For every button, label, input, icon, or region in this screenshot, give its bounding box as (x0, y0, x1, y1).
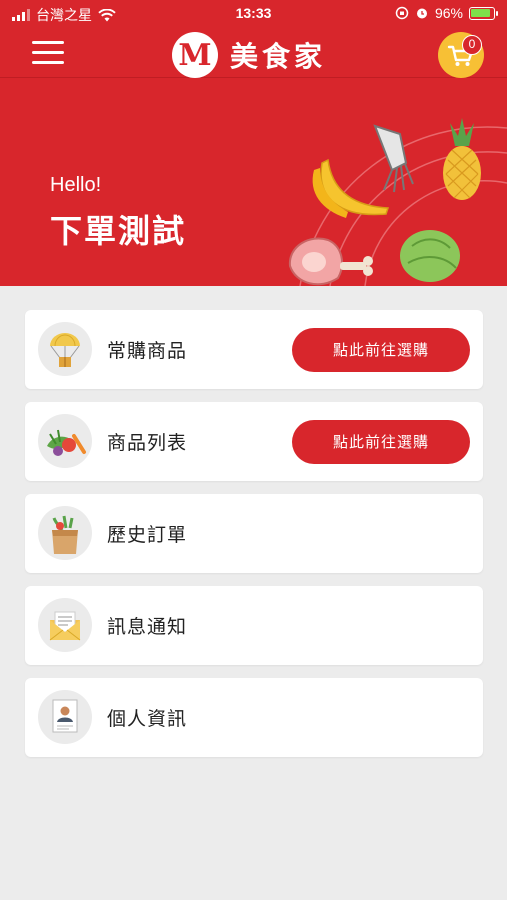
battery-percent: 96% (434, 5, 463, 21)
cabbage-icon (400, 230, 460, 282)
cart-count-badge: 0 (462, 35, 482, 55)
menu-label: 常購商品 (107, 340, 188, 362)
greeting-text: Hello! (50, 174, 102, 196)
grocery-bag-icon (38, 506, 92, 560)
battery-icon (469, 6, 498, 20)
hero-banner: Hello! 下單測試 (0, 78, 507, 286)
envelope-icon (38, 598, 92, 652)
menu-card-product-list[interactable]: 商品列表 點此前往選購 (25, 402, 483, 481)
profile-document-icon (38, 690, 92, 744)
banana-icon (312, 158, 390, 218)
app-logo: M 美食家 (172, 32, 326, 78)
go-shopping-button[interactable]: 點此前往選購 (292, 328, 470, 372)
vegetables-icon (38, 414, 92, 468)
food-illustration (288, 118, 507, 286)
menu-label: 訊息通知 (107, 616, 188, 638)
cart-button[interactable]: 0 (438, 32, 484, 78)
username: 下單測試 (50, 212, 187, 250)
parachute-gift-icon (38, 322, 92, 376)
menu-label: 個人資訊 (107, 708, 188, 730)
orientation-lock-icon (395, 6, 409, 20)
menu-card-notifications[interactable]: 訊息通知 (25, 586, 483, 665)
status-bar: 台灣之星 13:33 96% (0, 0, 507, 28)
logo-badge: M (172, 32, 218, 78)
ham-icon (288, 237, 373, 286)
go-shopping-button[interactable]: 點此前往選購 (292, 420, 470, 464)
menu-label: 歷史訂單 (107, 524, 188, 546)
nav-bar: M 美食家 0 (0, 28, 507, 78)
alarm-icon (416, 8, 427, 19)
menu-card-profile[interactable]: 個人資訊 (25, 678, 483, 757)
menu-card-order-history[interactable]: 歷史訂單 (25, 494, 483, 573)
logo-text: 美食家 (230, 40, 327, 73)
hamburger-menu-icon[interactable] (32, 40, 66, 66)
menu-label: 商品列表 (107, 432, 188, 454)
menu-card-frequent-products[interactable]: 常購商品 點此前往選購 (25, 310, 483, 389)
